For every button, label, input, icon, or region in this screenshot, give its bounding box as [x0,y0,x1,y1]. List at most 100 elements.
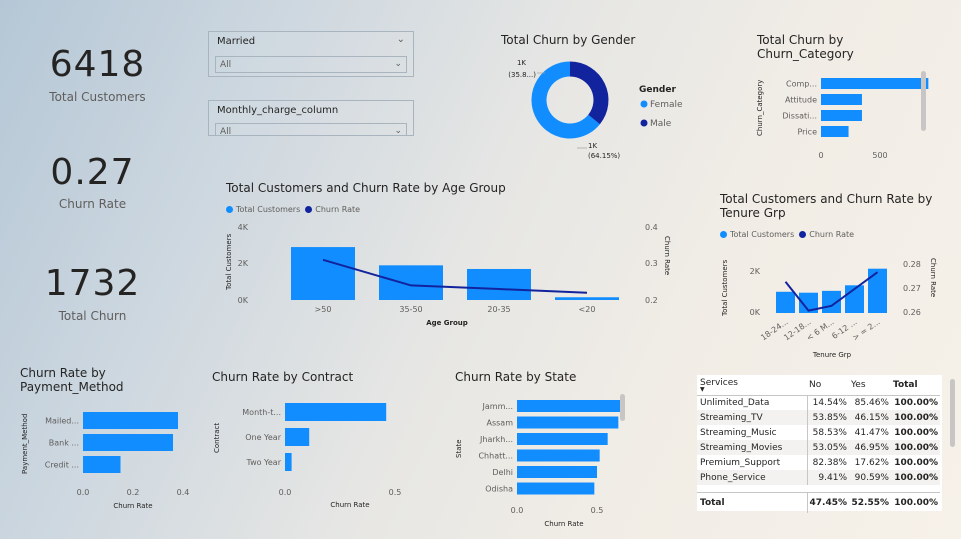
table-row[interactable]: Phone_Service 9.41% 90.59% 100.00% [697,470,940,485]
tenure-title-line1: Total Customers and Churn Rate by [720,192,933,206]
table-row[interactable]: Unlimited_Data 14.54% 85.46% 100.00% [697,395,940,410]
married-slicer-title: Married [217,36,256,47]
table-cell: 90.59% [854,472,889,483]
y2-tick: 0.2 [645,296,658,305]
bar [291,247,355,300]
monthly-charge-slicer-title: Monthly_charge_column [217,105,339,116]
table-cell: 17.62% [854,457,889,468]
married-selected-value: All [220,60,232,70]
category-label: Jamm... [482,402,513,411]
state-chart-xlabel: Churn Rate [544,520,583,528]
category-label: Comp... [786,80,817,89]
y-tick: 0K [750,308,761,317]
monthly-charge-slicer[interactable]: Monthly_charge_column All ⌄ [208,100,414,136]
churn-category-chart: Churn_Category Comp... Attitude Dissati...… [756,78,929,160]
services-matrix: Services ▼ No Yes Total Unlimited_Data 14.… [697,375,942,513]
row-header-cell: Phone_Service [697,470,808,485]
total-churn-label: Total Churn [58,309,127,323]
x-tick-0: 0 [818,151,823,160]
married-dropdown[interactable]: All ⌄ [215,56,407,73]
category-label: Delhi [492,468,513,477]
yes-header[interactable]: Yes [849,375,891,395]
bar [285,453,292,471]
table-cell: 46.15% [854,412,889,423]
legend-female-label[interactable]: Female [650,100,683,110]
y2-tick: 0.28 [903,260,921,269]
churn-category-scrollbar[interactable] [921,71,926,131]
chevron-down-icon: ⌄ [394,126,402,136]
monthly-charge-dropdown[interactable]: All ⌄ [215,123,407,136]
legend-male-label[interactable]: Male [650,119,672,129]
table-row[interactable]: Streaming_Music 58.53% 41.47% 100.00% [697,425,940,440]
y-tick: 2K [238,259,249,268]
category-label: Credit ... [45,461,79,470]
legend-churn-rate-dot [305,206,313,213]
total-churn-value: 1732 [44,263,141,304]
row-header-cell: Streaming_TV [697,410,808,425]
table-cell: 52.55% [851,497,890,508]
bar [517,482,595,495]
legend-churn-rate-label[interactable]: Churn Rate [809,230,854,239]
total-customers-label: Total Customers [49,90,146,104]
contract-chart-ylabel: Contract [213,423,221,453]
bar [83,456,121,473]
services-matrix-scrollbar[interactable] [950,379,955,447]
legend-total-customers-label[interactable]: Total Customers [236,205,300,214]
churn-rate-label: Churn Rate [58,197,127,211]
y-tick: 2K [750,267,761,276]
category-label: Dissati... [782,112,817,121]
bar [285,428,310,446]
no-header[interactable]: No [807,375,849,395]
table-cell: 14.54% [812,397,847,408]
table-cell: 46.95% [854,442,889,453]
bar [868,268,887,313]
bar [285,403,387,421]
churn-category-chart-title: Total Churn by Churn_Category [757,33,854,61]
tenure-chart-title: Total Customers and Churn Rate by Tenure… [720,192,932,220]
category-label: Two Year [246,458,282,467]
table-row[interactable]: Premium_Support 82.38% 17.62% 100.00% [697,455,940,470]
chevron-down-icon[interactable]: ⌄ [397,34,405,45]
bar [83,412,178,429]
legend-churn-rate-label[interactable]: Churn Rate [315,205,360,214]
total-row[interactable]: Total 47.45% 52.55% 100.00% [697,492,940,513]
legend-total-customers-label[interactable]: Total Customers [730,230,794,239]
x-tick-label: 20-35 [487,305,510,314]
x-tick: 0.0 [511,506,524,515]
bar [517,433,608,445]
y2-tick: 0.27 [903,284,921,293]
services-header[interactable]: Services ▼ [697,375,807,395]
y-tick: 4K [238,223,249,232]
table-cell: 82.38% [812,457,847,468]
married-slicer[interactable]: Married ⌄ All ⌄ [208,31,414,77]
x-tick: 0.2 [127,488,140,497]
churn-category-title-line2: Churn_Category [757,47,854,61]
contract-chart-title: Churn Rate by Contract [212,370,354,384]
row-header-cell: Unlimited_Data [697,395,808,410]
table-cell: 58.53% [812,427,847,438]
table-cell: 100.00% [894,457,938,468]
legend-total-customers-dot [720,231,727,238]
state-chart-scrollbar[interactable] [620,394,625,421]
gender-legend-title: Gender [639,85,676,95]
category-label: One Year [245,433,281,442]
x-tick-label: 35-50 [399,305,422,314]
bar [821,94,862,105]
x-tick: 0.4 [177,488,190,497]
tenure-chart-xlabel: Tenure Grp [812,351,852,359]
x-tick: 0.5 [389,488,402,497]
category-label: Mailed... [45,417,79,426]
bar [517,400,625,412]
row-header-cell: Streaming_Movies [697,440,808,455]
payment-method-chart: Payment_Method Mailed... Bank ... Credit .… [21,412,190,510]
table-cell: 47.45% [809,497,848,508]
table-row[interactable]: Streaming_TV 53.85% 46.15% 100.00% [697,410,940,425]
tenure-chart-ylabel-left: Total Customers [721,259,729,317]
age-chart-ylabel-left: Total Customers [225,233,233,291]
bar [379,265,443,300]
total-header[interactable]: Total [891,375,940,395]
row-header-cell: Premium_Support [697,455,808,470]
table-row[interactable]: Streaming_Movies 53.05% 46.95% 100.00% [697,440,940,455]
churn-category-title-line1: Total Churn by [757,33,844,47]
category-label: Price [797,128,817,137]
